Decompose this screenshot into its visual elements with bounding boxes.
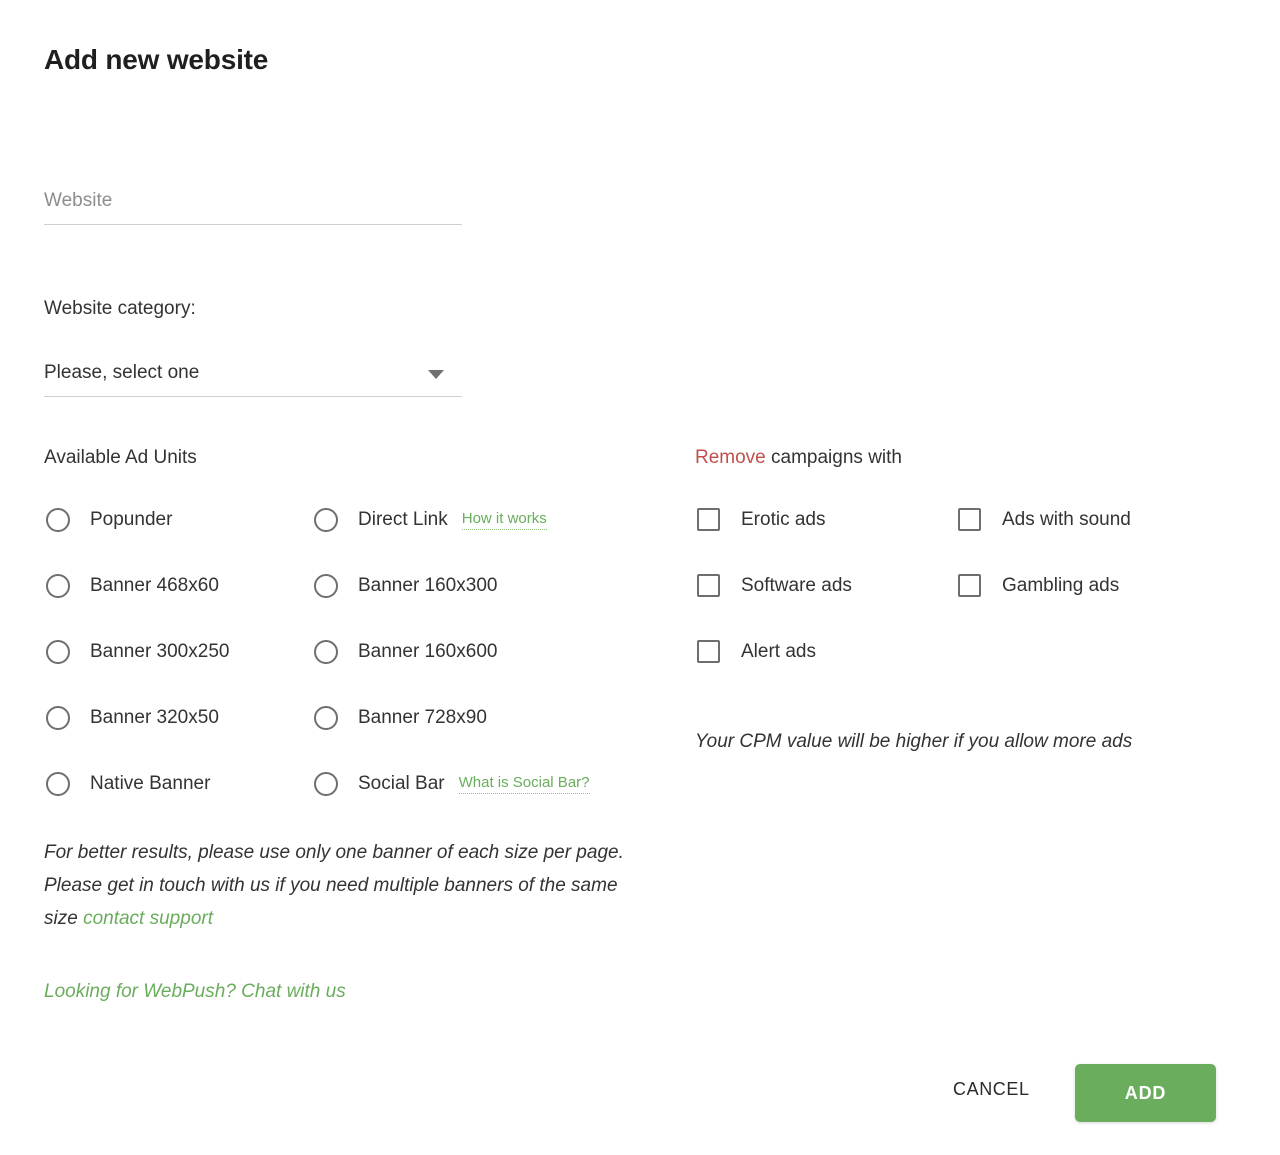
website-input[interactable] [44, 190, 462, 225]
radio-row-banner-728x90[interactable]: Banner 728x90 [314, 706, 487, 730]
checkbox-label: Ads with sound [1002, 508, 1131, 530]
radio-label: Banner 468x60 [90, 575, 219, 596]
radio-unchecked-icon[interactable] [314, 706, 338, 730]
website-category-label: Website category: [44, 298, 196, 319]
available-ad-units-heading: Available Ad Units [44, 447, 197, 468]
website-category-value: Please, select one [44, 362, 200, 383]
radio-label: Banner 320x50 [90, 707, 219, 728]
checkbox-unchecked-icon[interactable] [958, 508, 981, 531]
radio-label: Popunder [90, 509, 173, 530]
website-category-select[interactable]: Please, select one [44, 362, 462, 397]
checkbox-row-ads-with-sound[interactable]: Ads with sound [958, 508, 1131, 531]
page-title: Add new website [44, 44, 269, 75]
radio-label: Banner 160x300 [358, 575, 498, 596]
radio-row-social-bar[interactable]: Social Bar What is Social Bar? [314, 772, 590, 796]
radio-label: Direct Link [358, 509, 448, 530]
checkbox-unchecked-icon[interactable] [958, 574, 981, 597]
radio-label: Banner 160x600 [358, 641, 498, 662]
radio-label: Banner 728x90 [358, 707, 487, 728]
how-it-works-link[interactable]: How it works [461, 510, 547, 530]
checkbox-unchecked-icon[interactable] [697, 508, 720, 531]
checkbox-label: Erotic ads [741, 508, 826, 530]
radio-label: Social Bar [358, 773, 445, 794]
radio-row-banner-160x300[interactable]: Banner 160x300 [314, 574, 497, 598]
checkbox-unchecked-icon[interactable] [697, 640, 720, 663]
radio-label: Native Banner [90, 773, 211, 794]
radio-row-direct-link[interactable]: Direct Link How it works [314, 508, 547, 532]
remove-heading-rest: campaigns with [765, 447, 902, 468]
radio-unchecked-icon[interactable] [314, 508, 338, 532]
radio-unchecked-icon[interactable] [46, 508, 70, 532]
checkbox-row-software-ads[interactable]: Software ads [697, 574, 852, 597]
banner-usage-note: For better results, please use only one … [44, 836, 644, 935]
what-is-social-bar-link[interactable]: What is Social Bar? [458, 774, 590, 794]
radio-row-banner-160x600[interactable]: Banner 160x600 [314, 640, 497, 664]
radio-row-popunder[interactable]: Popunder [46, 508, 172, 532]
remove-campaigns-heading: Remove campaigns with [695, 447, 902, 469]
remove-accent-word: Remove [695, 447, 766, 468]
radio-label: Banner 300x250 [90, 641, 230, 662]
radio-unchecked-icon[interactable] [46, 574, 70, 598]
radio-unchecked-icon[interactable] [46, 706, 70, 730]
radio-unchecked-icon[interactable] [314, 772, 338, 796]
radio-unchecked-icon[interactable] [314, 640, 338, 664]
chevron-down-icon [428, 370, 444, 379]
checkbox-row-erotic-ads[interactable]: Erotic ads [697, 508, 825, 531]
checkbox-row-alert-ads[interactable]: Alert ads [697, 640, 816, 663]
checkbox-row-gambling-ads[interactable]: Gambling ads [958, 574, 1119, 597]
radio-row-banner-300x250[interactable]: Banner 300x250 [46, 640, 229, 664]
checkbox-label: Alert ads [741, 640, 816, 662]
radio-row-native-banner[interactable]: Native Banner [46, 772, 210, 796]
add-button[interactable]: ADD [1075, 1064, 1216, 1122]
cancel-button[interactable]: CANCEL [953, 1079, 1030, 1100]
website-field-group [44, 190, 462, 225]
radio-unchecked-icon[interactable] [314, 574, 338, 598]
webpush-chat-link[interactable]: Looking for WebPush? Chat with us [44, 981, 346, 1003]
radio-row-banner-468x60[interactable]: Banner 468x60 [46, 574, 219, 598]
radio-unchecked-icon[interactable] [46, 772, 70, 796]
checkbox-label: Software ads [741, 574, 852, 596]
radio-row-banner-320x50[interactable]: Banner 320x50 [46, 706, 219, 730]
cpm-note: Your CPM value will be higher if you all… [695, 731, 1133, 752]
checkbox-label: Gambling ads [1002, 574, 1120, 596]
radio-unchecked-icon[interactable] [46, 640, 70, 664]
checkbox-unchecked-icon[interactable] [697, 574, 720, 597]
banner-note-line1: For better results, please use only one … [44, 842, 624, 863]
contact-support-link[interactable]: contact support [83, 908, 213, 929]
